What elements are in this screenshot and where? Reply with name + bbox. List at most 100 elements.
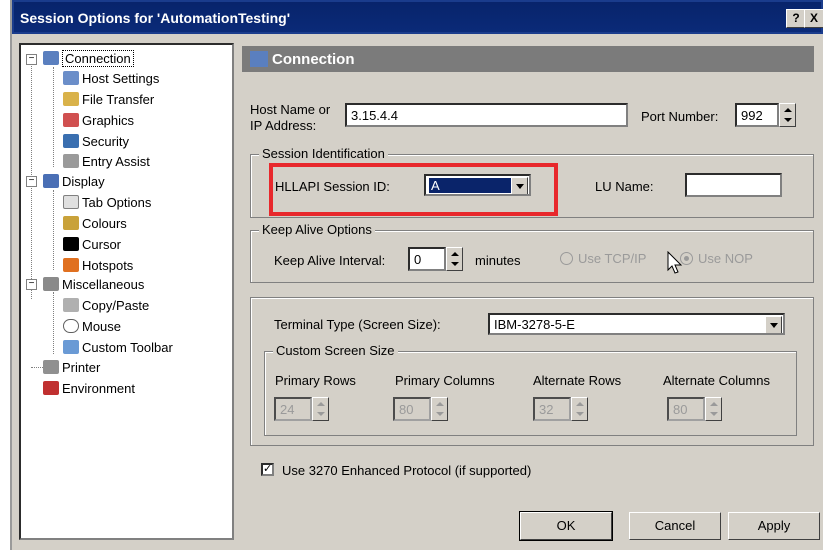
tree-item-mouse[interactable]: Mouse — [63, 317, 121, 335]
port-number-spinner[interactable] — [779, 103, 796, 127]
tree-item-environment[interactable]: Environment — [43, 379, 135, 397]
colours-icon — [63, 216, 79, 230]
tree-item-graphics[interactable]: Graphics — [63, 111, 134, 129]
primary-rows-spinner[interactable] — [312, 397, 329, 421]
host-name-label: Host Name or — [250, 102, 331, 117]
tree-item-custom-toolbar[interactable]: Custom Toolbar — [63, 338, 173, 356]
mouse-pointer-icon — [667, 251, 683, 274]
tree-item-miscellaneous[interactable]: Miscellaneous — [43, 275, 144, 293]
printer-icon — [43, 360, 59, 374]
keep-alive-interval-spinner[interactable] — [446, 247, 463, 271]
file-transfer-icon — [63, 92, 79, 106]
tree-item-label: Copy/Paste — [82, 297, 150, 313]
connection-icon — [250, 51, 268, 67]
display-icon — [43, 174, 59, 188]
lu-name-label: LU Name: — [595, 179, 654, 194]
enhanced-protocol-label: Use 3270 Enhanced Protocol (if supported… — [282, 463, 532, 478]
primary-rows-input[interactable]: 24 — [274, 397, 312, 421]
terminal-type-select[interactable]: IBM-3278-5-E — [488, 313, 785, 335]
miscellaneous-icon — [43, 277, 59, 291]
tree-item-cursor[interactable]: Cursor — [63, 235, 121, 253]
tree-item-label: Display — [62, 173, 105, 189]
collapse-display-icon[interactable]: − — [26, 176, 37, 187]
port-number-label: Port Number: — [641, 109, 719, 124]
alternate-rows-spinner[interactable] — [571, 397, 588, 421]
options-tree[interactable]: − Connection Host Settings File Transfer… — [19, 43, 234, 540]
collapse-miscellaneous-icon[interactable]: − — [26, 279, 37, 290]
alternate-rows-input[interactable]: 32 — [533, 397, 571, 421]
tree-item-host-settings[interactable]: Host Settings — [63, 69, 159, 87]
tree-item-security[interactable]: Security — [63, 132, 129, 150]
primary-columns-label: Primary Columns — [395, 373, 495, 388]
alternate-columns-spinner[interactable] — [705, 397, 722, 421]
tree-item-label: Environment — [62, 380, 135, 396]
primary-rows-label: Primary Rows — [275, 373, 356, 388]
alternate-columns-label: Alternate Columns — [663, 373, 770, 388]
use-tcpip-radio[interactable] — [560, 252, 573, 265]
cancel-button[interactable]: Cancel — [629, 512, 721, 540]
help-button[interactable]: ? — [786, 9, 806, 28]
tree-line — [53, 67, 54, 167]
keep-alive-interval-label: Keep Alive Interval: — [274, 253, 386, 268]
tree-item-display[interactable]: Display — [43, 172, 105, 190]
use-tcpip-label: Use TCP/IP — [578, 251, 647, 266]
tree-item-file-transfer[interactable]: File Transfer — [63, 90, 154, 108]
tree-item-label: Security — [82, 133, 129, 149]
window-title: Session Options for 'AutomationTesting' — [20, 10, 291, 26]
tab-options-icon — [63, 195, 79, 209]
tree-item-connection[interactable]: Connection — [43, 49, 134, 67]
security-icon — [63, 134, 79, 148]
lu-name-input[interactable] — [685, 173, 782, 197]
custom-screen-size-label: Custom Screen Size — [273, 343, 398, 358]
tree-item-label: Miscellaneous — [62, 276, 145, 292]
entry-assist-icon — [63, 154, 79, 168]
tree-item-label: Hotspots — [82, 257, 134, 273]
ok-button[interactable]: OK — [519, 511, 613, 541]
cursor-icon — [63, 237, 79, 251]
panel-title: Connection — [272, 50, 355, 68]
chevron-down-icon[interactable] — [765, 316, 782, 333]
tree-item-label: Mouse — [82, 318, 122, 334]
primary-columns-input[interactable]: 80 — [393, 397, 431, 421]
port-number-input[interactable]: 992 — [735, 103, 779, 127]
tree-item-entry-assist[interactable]: Entry Assist — [63, 152, 150, 170]
tree-item-label: File Transfer — [82, 91, 155, 107]
close-button[interactable]: X — [804, 9, 823, 28]
tree-line — [53, 190, 54, 270]
hotspots-icon — [63, 258, 79, 272]
tree-item-hotspots[interactable]: Hotspots — [63, 256, 133, 274]
tree-item-label: Connection — [62, 49, 134, 67]
highlight-annotation — [269, 163, 558, 216]
primary-columns-spinner[interactable] — [431, 397, 448, 421]
apply-button[interactable]: Apply — [728, 512, 820, 540]
minutes-label: minutes — [475, 253, 521, 268]
tree-item-label: Graphics — [82, 112, 135, 128]
collapse-connection-icon[interactable]: − — [26, 54, 37, 65]
session-identification-label: Session Identification — [259, 146, 388, 161]
enhanced-protocol-checkbox[interactable]: ✓ — [261, 463, 274, 476]
tree-item-colours[interactable]: Colours — [63, 214, 127, 232]
tree-item-printer[interactable]: Printer — [43, 358, 100, 376]
title-bar: Session Options for 'AutomationTesting' … — [12, 0, 823, 34]
alternate-rows-label: Alternate Rows — [533, 373, 622, 388]
keep-alive-interval-input[interactable]: 0 — [408, 247, 446, 271]
tree-item-label: Host Settings — [82, 70, 160, 86]
tree-item-label: Custom Toolbar — [82, 339, 173, 355]
host-settings-icon — [63, 71, 79, 85]
tree-item-label: Cursor — [82, 236, 122, 252]
tree-item-label: Printer — [62, 359, 101, 375]
use-nop-label: Use NOP — [698, 251, 753, 266]
terminal-type-value: IBM-3278-5-E — [494, 317, 575, 332]
host-name-input[interactable]: 3.15.4.4 — [345, 103, 628, 127]
connection-icon — [43, 51, 59, 65]
tree-item-tab-options[interactable]: Tab Options — [63, 193, 151, 211]
keep-alive-options-label: Keep Alive Options — [259, 222, 375, 237]
panel-header: Connection — [242, 46, 814, 72]
tree-item-label: Entry Assist — [82, 153, 150, 169]
custom-toolbar-icon — [63, 340, 79, 354]
tree-item-label: Tab Options — [82, 194, 152, 210]
tree-item-copy-paste[interactable]: Copy/Paste — [63, 296, 149, 314]
session-options-dialog: Session Options for 'AutomationTesting' … — [10, 0, 823, 550]
alternate-columns-input[interactable]: 80 — [667, 397, 705, 421]
tree-item-label: Colours — [82, 215, 127, 231]
